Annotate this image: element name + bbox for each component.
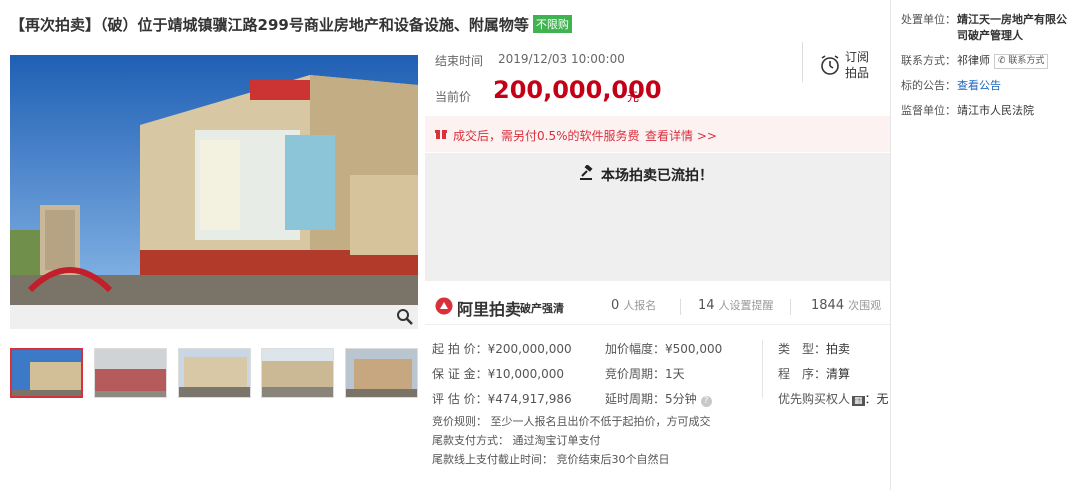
bid-increment: 加价幅度：¥500,000 xyxy=(605,340,722,357)
notice-row: 标的公告： 查看公告 xyxy=(901,78,1072,94)
start-price: 起 拍 价：¥200,000,000 xyxy=(432,340,572,357)
contact-row: 联系方式： 祁律师 ✆ 联系方式 xyxy=(901,53,1072,69)
auction-type: 类 型：拍卖 xyxy=(778,340,850,357)
procedure: 程 序：清算 xyxy=(778,365,850,382)
increment-label: 加价幅度： xyxy=(605,342,666,356)
ali-auction-logo-icon xyxy=(435,297,453,315)
alarm-clock-icon xyxy=(821,55,839,75)
main-product-image[interactable] xyxy=(10,55,418,305)
procedure-label: 程 序： xyxy=(778,367,827,381)
image-zoom-bar xyxy=(10,305,418,329)
valuation-label: 评 估 价： xyxy=(432,392,488,406)
type-label: 类 型： xyxy=(778,342,827,356)
view-count: 1844 次围观 xyxy=(811,297,881,313)
priority-label: 优先购买权人 xyxy=(778,392,851,406)
supervisor-row: 监督单位： 靖江市人民法院 xyxy=(901,103,1072,119)
thumbnail-strip xyxy=(10,348,418,400)
end-time-value: 2019/12/03 10:00:00 xyxy=(498,52,625,66)
gift-icon xyxy=(435,130,447,139)
subscribe-label: 订阅拍品 xyxy=(845,50,870,80)
reminder-unit: 人设置提醒 xyxy=(718,299,774,312)
start-price-label: 起 拍 价： xyxy=(432,342,488,356)
delay-value: 5分钟 xyxy=(665,392,697,406)
bid-rule: 竞价规则： 至少一人报名且出价不低于起拍价，方可成交 xyxy=(432,415,711,428)
price-unit: 元 xyxy=(627,90,640,104)
view-unit: 次围观 xyxy=(848,299,882,312)
thumbnail-4[interactable] xyxy=(261,348,334,398)
cycle-label: 竞价周期： xyxy=(605,367,666,381)
contact-value-wrap: 祁律师 ✆ 联系方式 xyxy=(957,53,1072,69)
view-number: 1844 xyxy=(811,298,845,313)
auction-stats-bar: 阿里拍卖 破产强清 0 人报名 14 人设置提醒 1844 次围观 xyxy=(425,281,890,325)
auction-failed-text: 本场拍卖已流拍！ xyxy=(601,168,713,184)
view-details-link[interactable]: 查看详情 >> xyxy=(645,127,717,144)
valuation: 评 估 价：¥474,917,986 xyxy=(432,390,572,407)
disposal-unit-value: 靖江天一房地产有限公司破产管理人 xyxy=(957,13,1067,42)
gavel-icon xyxy=(580,165,593,180)
thumbnail-3[interactable] xyxy=(178,348,251,398)
disposal-unit-label: 处置单位： xyxy=(901,13,956,26)
magnifier-icon[interactable] xyxy=(396,308,414,326)
contact-button[interactable]: ✆ 联系方式 xyxy=(994,54,1049,69)
reminder-count: 14 人设置提醒 xyxy=(698,297,774,313)
phone-icon: ✆ xyxy=(998,56,1006,66)
auction-status-box: 本场拍卖已流拍！ xyxy=(425,153,890,281)
bid-cycle: 竞价周期：1天 xyxy=(605,365,685,382)
purchase-limit-badge: 不限购 xyxy=(532,15,572,33)
info-box-icon[interactable]: ▦ xyxy=(852,396,865,406)
view-notice-link[interactable]: 查看公告 xyxy=(957,78,1072,94)
supervisor-value: 靖江市人民法院 xyxy=(957,104,1034,117)
deposit-value: ¥10,000,000 xyxy=(487,367,564,381)
thumbnail-1[interactable] xyxy=(10,348,83,398)
seller-sidebar: 处置单位： 靖江天一房地产有限公司破产管理人 联系方式： 祁律师 ✆ 联系方式 标… xyxy=(890,0,1080,490)
subscribe-button[interactable]: 订阅拍品 xyxy=(817,45,877,85)
help-icon[interactable]: ? xyxy=(700,396,712,407)
type-value: 拍卖 xyxy=(826,342,851,356)
deposit: 保 证 金：¥10,000,000 xyxy=(432,365,564,382)
thumbnail-2[interactable] xyxy=(94,348,167,398)
reminder-number: 14 xyxy=(698,298,715,313)
priority-buyer: 优先购买权人 ▦ ：无 xyxy=(778,390,889,407)
contact-value: 祁律师 xyxy=(957,54,990,67)
signup-unit: 人报名 xyxy=(623,299,657,312)
disposal-unit-row: 处置单位： 靖江天一房地产有限公司破产管理人 xyxy=(901,12,1072,44)
start-price-value: ¥200,000,000 xyxy=(487,342,572,356)
payment-deadline: 尾款线上支付截止时间： 竞价结束后30个自然日 xyxy=(432,453,670,466)
deposit-label: 保 证 金： xyxy=(432,367,488,381)
current-price-label: 当前价 xyxy=(435,90,472,104)
delay-cycle: 延时周期：5分钟? xyxy=(605,390,712,407)
contact-label: 联系方式： xyxy=(901,54,956,67)
payment-method: 尾款支付方式： 通过淘宝订单支付 xyxy=(432,434,601,447)
title-text: 【再次拍卖】（破）位于靖城镇骥江路299号商业房地产和设备设施、附属物等 xyxy=(10,16,529,34)
increment-value: ¥500,000 xyxy=(665,342,723,356)
page-title: 【再次拍卖】（破）位于靖城镇骥江路299号商业房地产和设备设施、附属物等 不限购 xyxy=(10,14,572,35)
procedure-value: 清算 xyxy=(826,367,851,381)
contact-button-label: 联系方式 xyxy=(1008,56,1045,66)
service-fee-text: 成交后，需另付0.5%的软件服务费 xyxy=(453,129,640,143)
end-time-label: 结束时间 xyxy=(435,54,484,68)
thumbnail-5[interactable] xyxy=(345,348,418,398)
divider xyxy=(802,42,803,82)
divider xyxy=(680,299,681,315)
cycle-value: 1天 xyxy=(665,367,685,381)
signup-number: 0 xyxy=(611,298,620,313)
divider xyxy=(762,340,763,398)
brand-name: 阿里拍卖 xyxy=(457,300,522,319)
brand-subtitle: 破产强清 xyxy=(520,302,564,315)
supervisor-label: 监督单位： xyxy=(901,104,956,117)
main-content: 【再次拍卖】（破）位于靖城镇骥江路299号商业房地产和设备设施、附属物等不限购 xyxy=(0,0,890,490)
priority-value: ：无 xyxy=(864,392,889,406)
divider xyxy=(790,299,791,315)
signup-count: 0 人报名 xyxy=(611,297,656,313)
service-fee-notice: 成交后，需另付0.5%的软件服务费 查看详情 >> xyxy=(425,116,890,152)
valuation-value: ¥474,917,986 xyxy=(487,392,572,406)
delay-label: 延时周期： xyxy=(605,392,666,406)
auction-rules: 竞价规则： 至少一人报名且出价不低于起拍价，方可成交 尾款支付方式： 通过淘宝订… xyxy=(432,412,711,469)
notice-label: 标的公告： xyxy=(901,79,956,92)
